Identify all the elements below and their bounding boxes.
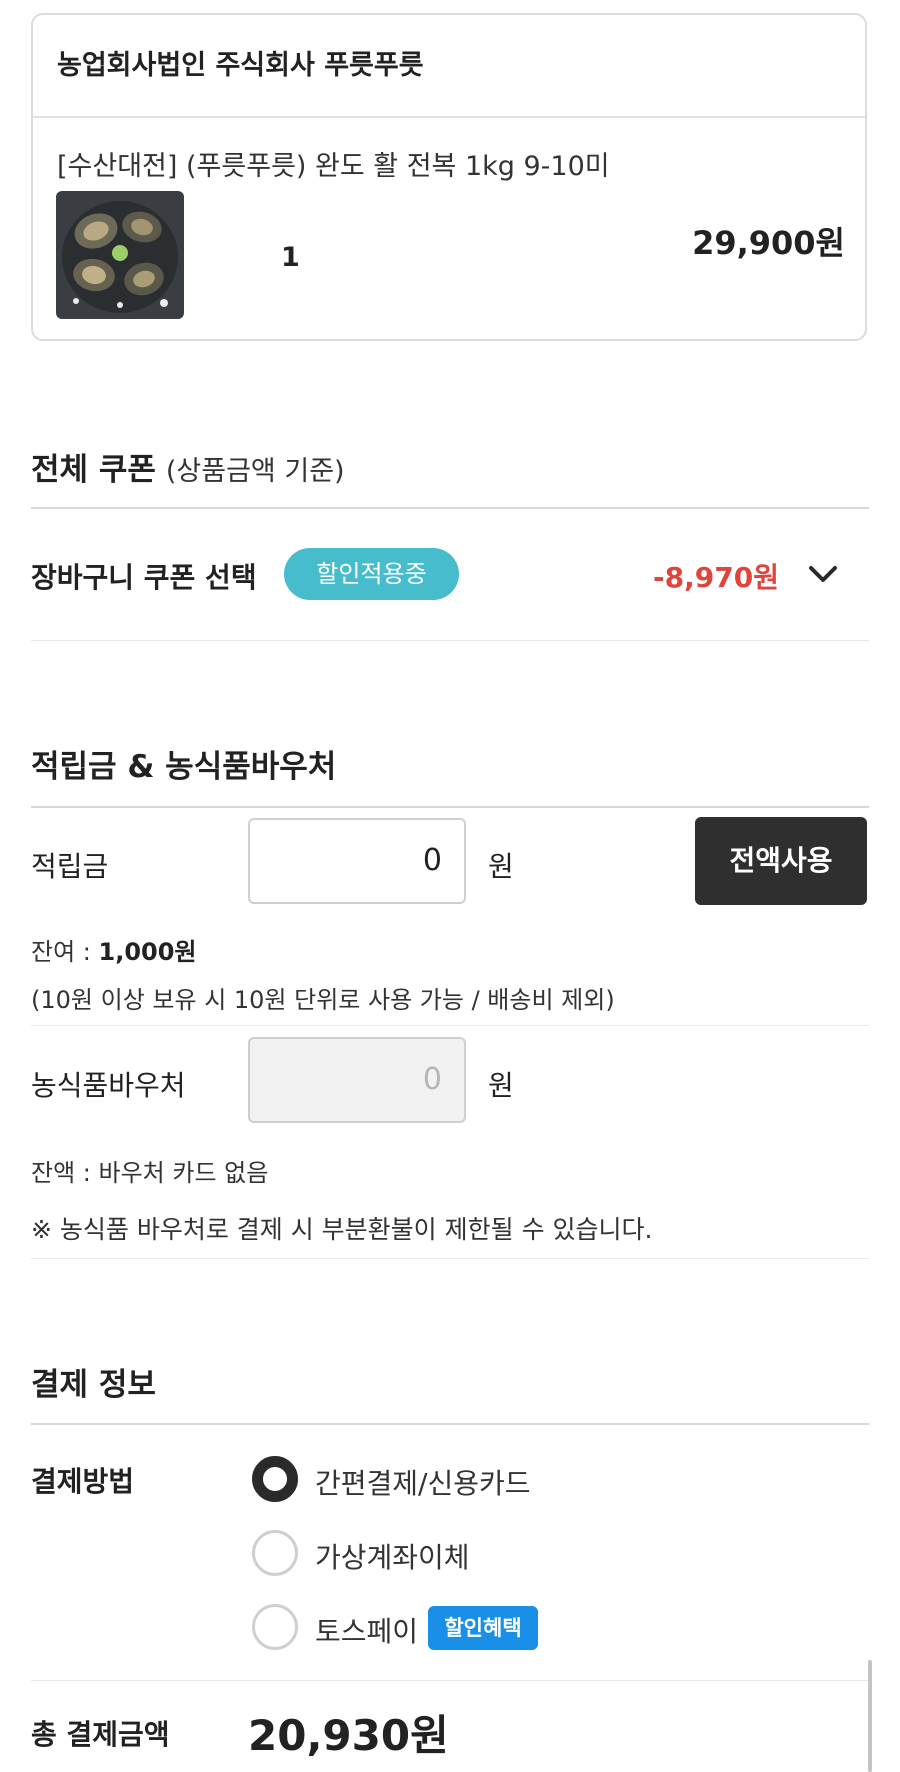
payment-method-virtual-account-label[interactable]: 가상계좌이체 bbox=[315, 1536, 470, 1576]
radio-toss-pay[interactable] bbox=[252, 1604, 298, 1650]
total-payment-label: 총 결제금액 bbox=[31, 1718, 170, 1751]
voucher-balance: 잔액 : 바우처 카드 없음 bbox=[31, 1159, 269, 1187]
product-price: 29,900원 bbox=[692, 224, 845, 262]
radio-card-payment[interactable] bbox=[252, 1456, 298, 1502]
coupon-title: 전체 쿠폰 bbox=[31, 452, 156, 488]
points-usage-note: (10원 이상 보유 시 10원 단위로 사용 가능 / 배송비 제외) bbox=[31, 986, 615, 1014]
points-input[interactable]: 0 bbox=[248, 818, 466, 904]
row-divider bbox=[31, 1680, 869, 1681]
coupon-subtitle: (상품금액 기준) bbox=[165, 456, 345, 487]
row-divider bbox=[31, 640, 869, 641]
cart-coupon-label: 장바구니 쿠폰 선택 bbox=[31, 561, 257, 594]
section-divider bbox=[31, 507, 869, 509]
voucher-unit: 원 bbox=[488, 1069, 514, 1102]
coupon-section-title: 전체 쿠폰 (상품금액 기준) bbox=[31, 444, 345, 489]
points-balance: 잔여 : 1,000원 bbox=[31, 932, 197, 967]
points-label: 적립금 bbox=[31, 850, 109, 883]
abalone-image-icon bbox=[56, 191, 184, 319]
chevron-down-icon[interactable] bbox=[805, 556, 841, 592]
total-payment-amount: 20,930원 bbox=[248, 1711, 449, 1760]
discount-applied-badge: 할인적용중 bbox=[284, 548, 459, 600]
payment-method-label: 결제방법 bbox=[31, 1465, 135, 1498]
row-divider bbox=[31, 1258, 869, 1259]
payment-method-toss-label[interactable]: 토스페이 bbox=[315, 1610, 418, 1650]
coupon-discount-amount: -8,970원 bbox=[653, 561, 779, 594]
section-divider bbox=[31, 806, 869, 808]
toss-discount-badge: 할인혜택 bbox=[428, 1606, 538, 1650]
voucher-input: 0 bbox=[248, 1037, 466, 1123]
use-all-points-button[interactable]: 전액사용 bbox=[695, 817, 867, 905]
seller-name: 농업회사법인 주식회사 푸릇푸릇 bbox=[57, 50, 424, 81]
points-unit: 원 bbox=[488, 850, 514, 883]
order-item-card: 농업회사법인 주식회사 푸릇푸릇 [수산대전] (푸릇푸릇) 완도 활 전복 1… bbox=[31, 13, 867, 341]
payment-section-title: 결제 정보 bbox=[31, 1367, 156, 1403]
radio-virtual-account[interactable] bbox=[252, 1530, 298, 1576]
points-balance-prefix: 잔여 : bbox=[31, 938, 99, 966]
product-name[interactable]: [수산대전] (푸릇푸릇) 완도 활 전복 1kg 9-10미 bbox=[57, 144, 610, 183]
card-divider bbox=[33, 116, 865, 118]
scrollbar[interactable] bbox=[868, 1660, 872, 1772]
voucher-refund-note: ※ 농식품 바우처로 결제 시 부분환불이 제한될 수 있습니다. bbox=[31, 1215, 653, 1244]
points-balance-value: 1,000원 bbox=[98, 938, 197, 966]
voucher-label: 농식품바우처 bbox=[31, 1069, 186, 1102]
points-section-title: 적립금 & 농식품바우처 bbox=[31, 749, 337, 785]
product-quantity: 1 bbox=[281, 242, 300, 273]
row-divider bbox=[31, 1025, 869, 1026]
section-divider bbox=[31, 1423, 869, 1425]
payment-method-card-label[interactable]: 간편결제/신용카드 bbox=[315, 1462, 531, 1502]
product-thumbnail[interactable] bbox=[56, 191, 184, 319]
